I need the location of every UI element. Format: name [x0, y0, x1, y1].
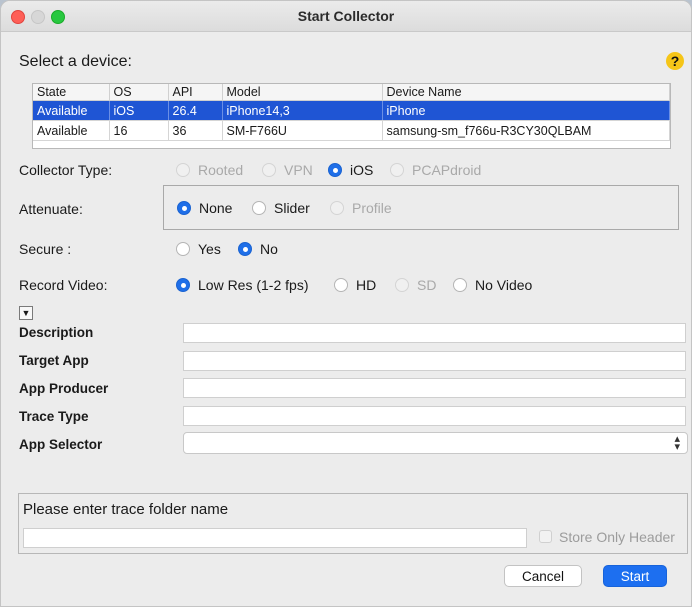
- radio-label: HD: [356, 277, 377, 293]
- radio-on-icon: [176, 278, 190, 292]
- window-title: Start Collector: [297, 8, 395, 24]
- description-input[interactable]: [183, 323, 686, 343]
- radio-off-icon: [330, 201, 344, 215]
- radio-off-icon: [390, 163, 404, 177]
- attenuate-slider-radio[interactable]: Slider: [252, 200, 310, 216]
- radio-label: Slider: [274, 200, 310, 216]
- attenuate-none-radio[interactable]: None: [177, 200, 232, 216]
- title-bar[interactable]: Start Collector: [1, 1, 691, 32]
- radio-off-icon: [334, 278, 348, 292]
- trace-type-input[interactable]: [183, 406, 686, 426]
- radio-label: SD: [417, 277, 437, 293]
- radio-label: iOS: [350, 162, 374, 178]
- radio-label: Profile: [352, 200, 392, 216]
- device-table-header: State OS API Model Device Name: [33, 84, 670, 101]
- app-producer-input[interactable]: [183, 378, 686, 398]
- device-table: State OS API Model Device Name Available…: [32, 83, 671, 149]
- radio-label: None: [199, 200, 233, 216]
- radio-label: Low Res (1-2 fps): [198, 277, 309, 293]
- radio-on-icon: [238, 242, 252, 256]
- device-row[interactable]: Available iOS 26.4 iPhone14,3 iPhone: [33, 100, 670, 121]
- radio-on-icon: [177, 201, 191, 215]
- trace-folder-input[interactable]: [23, 528, 527, 548]
- device-os-cell: 16: [109, 120, 169, 141]
- radio-off-icon: [176, 163, 190, 177]
- cancel-button[interactable]: Cancel: [504, 565, 582, 587]
- column-header-os[interactable]: OS: [109, 84, 169, 101]
- attenuate-panel: [163, 185, 679, 230]
- record-video-hd-radio[interactable]: HD: [334, 277, 376, 293]
- radio-label: Rooted: [198, 162, 244, 178]
- radio-off-icon: [395, 278, 409, 292]
- secure-yes-radio[interactable]: Yes: [176, 241, 221, 257]
- trace-folder-prompt: Please enter trace folder name: [23, 501, 229, 518]
- device-api-cell: 36: [168, 120, 223, 141]
- attenuate-label: Attenuate:: [19, 201, 83, 217]
- radio-on-icon: [328, 163, 342, 177]
- radio-label: No Video: [475, 277, 533, 293]
- select-device-heading: Select a device:: [19, 53, 132, 70]
- collector-type-label: Collector Type:: [19, 162, 113, 178]
- column-header-api[interactable]: API: [168, 84, 223, 101]
- app-selector-dropdown[interactable]: ▴ ▾: [183, 432, 688, 454]
- radio-off-icon: [252, 201, 266, 215]
- record-video-sd-radio[interactable]: SD: [395, 277, 436, 293]
- target-app-input[interactable]: [183, 351, 686, 371]
- record-video-novideo-radio[interactable]: No Video: [453, 277, 532, 293]
- collector-type-pcapdroid-radio[interactable]: PCAPdroid: [390, 162, 481, 178]
- collector-type-ios-radio[interactable]: iOS: [328, 162, 373, 178]
- start-button[interactable]: Start: [603, 565, 667, 587]
- device-state-cell: Available: [33, 100, 110, 121]
- trace-type-label: Trace Type: [19, 409, 89, 424]
- column-header-model[interactable]: Model: [222, 84, 383, 101]
- device-os-cell: iOS: [109, 100, 169, 121]
- secure-label: Secure :: [19, 241, 72, 257]
- device-name-cell: iPhone: [382, 100, 670, 121]
- radio-off-icon: [262, 163, 276, 177]
- device-model-cell: iPhone14,3: [222, 100, 383, 121]
- radio-label: No: [260, 241, 278, 257]
- device-name-cell: samsung-sm_f766u-R3CY30QLBAM: [382, 120, 670, 141]
- app-producer-label: App Producer: [19, 381, 109, 396]
- radio-off-icon: [453, 278, 467, 292]
- device-state-cell: Available: [33, 120, 110, 141]
- radio-label: VPN: [284, 162, 313, 178]
- app-selector-label: App Selector: [19, 437, 103, 452]
- radio-label: PCAPdroid: [412, 162, 482, 178]
- store-only-header-label: Store Only Header: [559, 529, 675, 545]
- collector-type-vpn-radio[interactable]: VPN: [262, 162, 313, 178]
- collapse-toggle-icon[interactable]: ▼: [19, 306, 33, 320]
- record-video-label: Record Video:: [19, 277, 108, 293]
- up-down-chevron-icon: ▴ ▾: [674, 433, 680, 453]
- help-icon[interactable]: ?: [666, 52, 684, 70]
- column-header-device-name[interactable]: Device Name: [382, 84, 670, 101]
- target-app-label: Target App: [19, 353, 89, 368]
- device-model-cell: SM-F766U: [222, 120, 383, 141]
- radio-label: Yes: [198, 241, 221, 257]
- secure-no-radio[interactable]: No: [238, 241, 278, 257]
- collector-type-rooted-radio[interactable]: Rooted: [176, 162, 243, 178]
- record-video-lowres-radio[interactable]: Low Res (1-2 fps): [176, 277, 308, 293]
- column-header-state[interactable]: State: [33, 84, 110, 101]
- start-collector-window: Start Collector Select a device: ? State…: [0, 0, 692, 607]
- device-api-cell: 26.4: [168, 100, 223, 121]
- device-row[interactable]: Available 16 36 SM-F766U samsung-sm_f766…: [33, 120, 670, 141]
- attenuate-profile-radio[interactable]: Profile: [330, 200, 392, 216]
- description-label: Description: [19, 325, 94, 340]
- radio-off-icon: [176, 242, 190, 256]
- store-only-header-checkbox[interactable]: [539, 530, 552, 543]
